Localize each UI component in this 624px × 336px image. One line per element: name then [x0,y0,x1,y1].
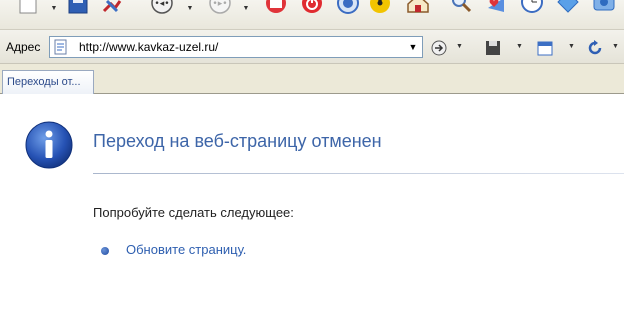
new-page-icon[interactable] [14,0,42,20]
tab-strip: Переходы от... [0,64,624,94]
page-icon [53,39,69,55]
home-icon[interactable] [404,0,432,20]
search-icon[interactable] [448,0,476,20]
tab-navigation-canceled[interactable]: Переходы от... [2,70,94,94]
radiation-icon[interactable] [366,0,394,20]
calendar-icon[interactable] [536,39,554,57]
chevron-down-icon[interactable]: ▼ [406,39,420,55]
svg-text:•◂•: •◂• [154,0,169,9]
address-label: Адрес [6,40,41,54]
chevron-down-icon[interactable]: ▼ [242,5,250,12]
tools-icon[interactable] [98,0,126,20]
go-icon[interactable] [430,39,448,57]
svg-text:•▸•: •▸• [212,0,227,9]
chevron-down-icon[interactable]: ▼ [568,43,575,50]
toolbar: ▼ •◂• ▼ •▸• ▼ [0,0,624,30]
back-icon[interactable]: •◂• [148,0,176,20]
address-url: http://www.kavkaz-uzel.ru/ [79,40,219,54]
bullet-icon [101,247,109,255]
address-input[interactable]: http://www.kavkaz-uzel.ru/ ▼ [49,36,423,58]
save-icon[interactable] [64,0,92,20]
chevron-down-icon[interactable]: ▼ [186,5,194,12]
chevron-down-icon[interactable]: ▼ [50,5,58,12]
power-icon[interactable] [298,0,326,20]
divider [93,173,624,174]
address-bar: Адрес http://www.kavkaz-uzel.ru/ ▼ ▼ ▼ ▼… [0,30,624,64]
chevron-down-icon[interactable]: ▼ [516,43,523,50]
save-page-icon[interactable] [484,39,502,57]
info-icon [24,120,74,170]
gallery-icon[interactable] [590,0,618,20]
refresh-page-link[interactable]: Обновите страницу. [126,242,246,257]
forward-icon[interactable]: •▸• [206,0,234,20]
home-red-icon[interactable] [262,0,290,20]
page-title: Переход на веб-страницу отменен [93,131,382,151]
favorites-icon[interactable] [482,0,510,20]
browser-icon[interactable] [334,0,362,20]
clock-icon[interactable] [518,0,546,20]
refresh-icon[interactable] [586,39,604,57]
diamond-icon[interactable] [554,0,582,20]
error-page: Переход на веб-страницу отменен Попробуй… [0,94,624,336]
chevron-down-icon[interactable]: ▼ [612,43,619,50]
suggestion-heading: Попробуйте сделать следующее: [93,205,294,220]
chevron-down-icon[interactable]: ▼ [456,43,463,50]
